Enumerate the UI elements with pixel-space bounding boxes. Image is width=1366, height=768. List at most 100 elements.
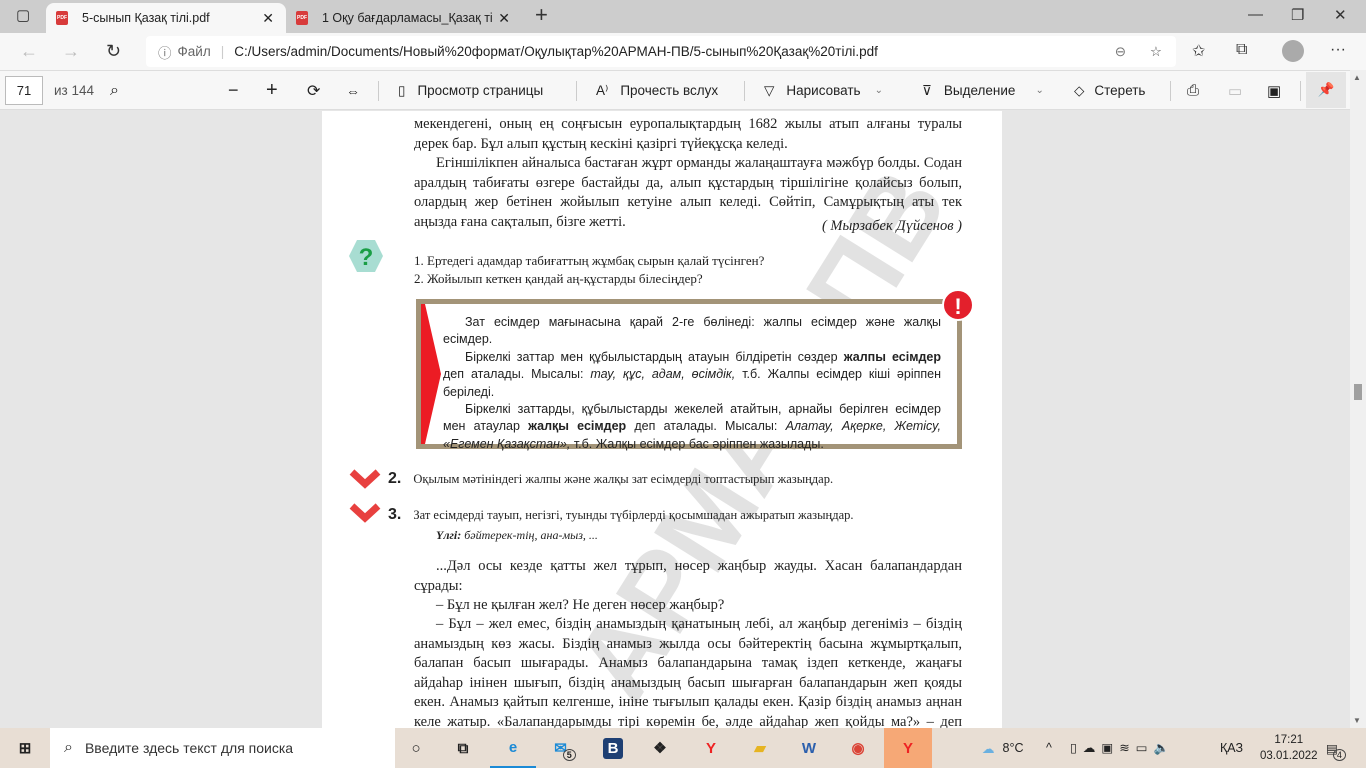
exclamation-icon: ! (942, 289, 974, 321)
notifications-icon[interactable]: ▤ 4 (1326, 728, 1346, 768)
new-tab-button[interactable]: + (535, 2, 548, 28)
cortana-icon[interactable]: ○ (393, 728, 439, 768)
pdf-icon: PDF (56, 11, 68, 25)
task-view-icon[interactable]: ⧉ (440, 728, 486, 768)
info-icon[interactable]: ⓘ (158, 42, 172, 62)
print-icon[interactable]: ⎙ (1187, 71, 1199, 110)
task-chevron-icon (349, 469, 381, 489)
taskbar: ⊞ ⌕ Введите здесь текст для поиска ○ ⧉ e … (0, 728, 1366, 768)
collections-icon[interactable]: ⧉ (1236, 41, 1247, 59)
close-window-button[interactable]: ✕ (1334, 6, 1347, 24)
forward-button[interactable]: → (62, 41, 80, 62)
question: 1. Ертедегі адамдар табиғаттың жұмбақ сы… (414, 253, 765, 268)
url-text: C:/Users/admin/Documents/Новый%20формат/… (234, 44, 878, 59)
sample: Үлгі: бәйтерек-тің, ана-мыз, ... (436, 528, 598, 542)
tab-label: 5-сынып Қазақ тілі.pdf (82, 11, 210, 25)
tray-icons[interactable]: ▯☁▣≋▭🔈 (1070, 728, 1175, 768)
windows-start-icon[interactable]: ⊞ (2, 728, 48, 768)
page-number-input[interactable]: 71 (5, 76, 43, 105)
erase-button[interactable]: ◇ Стереть (1074, 71, 1145, 110)
mail-icon[interactable]: ✉ 5 (542, 728, 588, 768)
pdf-page: АРМАН-ПВ мекендегені, оның ең соңғысын е… (322, 111, 1002, 728)
dropbox-icon[interactable]: ❖ (637, 728, 683, 768)
add-favorite-icon[interactable]: ☆ (1150, 44, 1162, 60)
rule-sentence: Зат есімдер мағынасына қарай 2-ге бөліне… (443, 315, 941, 347)
eraser-icon: ◇ (1074, 82, 1085, 98)
question: 2. Жойылып кеткен қандай аң-құстарды біл… (414, 271, 703, 286)
close-tab-icon[interactable]: ✕ (498, 10, 510, 27)
weather-temp: 8°C (1002, 741, 1024, 755)
scroll-thumb[interactable] (1354, 384, 1362, 400)
restore-button[interactable]: ❐ (1291, 6, 1304, 24)
draw-label: Нарисовать (786, 83, 861, 98)
mail-badge: 5 (562, 749, 576, 761)
yandex-icon[interactable]: Y (688, 728, 734, 768)
more-menu-icon[interactable]: ··· (1330, 41, 1346, 59)
scroll-down-icon[interactable]: ▼ (1353, 716, 1361, 725)
tab-label: 1 Оқу бағдарламасы_Қазақ тілі. (322, 11, 492, 25)
save-as-icon[interactable]: ▣ (1267, 71, 1281, 110)
erase-label: Стереть (1094, 83, 1146, 98)
chrome-icon[interactable]: ◉ (835, 728, 881, 768)
save-icon[interactable]: ▭ (1228, 71, 1242, 110)
task-3: 3. Зат есімдерді тауып, негізгі, туынды т… (388, 506, 854, 523)
word-icon[interactable]: W (786, 728, 832, 768)
highlight-button[interactable]: ⊽ Выделение ⌄ (922, 71, 1044, 110)
page-total: из 144 (54, 83, 95, 98)
read-aloud-button[interactable]: A⁾ Прочесть вслух (596, 71, 718, 110)
yandex-browser-active-icon[interactable]: Y (884, 728, 932, 768)
zoom-out-button[interactable]: − (228, 71, 239, 110)
search-icon[interactable]: ⌕ (110, 71, 119, 110)
scroll-up-icon[interactable]: ▲ (1353, 73, 1361, 82)
pdf-icon: PDF (296, 11, 308, 25)
refresh-button[interactable]: ↻ (106, 41, 121, 62)
red-marker (421, 304, 441, 444)
profile-avatar[interactable] (1282, 40, 1304, 62)
weather[interactable]: ☁ 8°C (982, 728, 1023, 768)
weather-icon: ☁ (982, 741, 995, 756)
edge-icon[interactable]: e (490, 728, 536, 768)
file-explorer-icon[interactable]: ▰ (737, 728, 783, 768)
page-view-button[interactable]: ▯ Просмотр страницы (398, 71, 543, 110)
draw-button[interactable]: ▽ Нарисовать ⌄ (764, 71, 883, 110)
chevron-down-icon[interactable]: ⌄ (1035, 85, 1043, 96)
zoom-out-icon[interactable]: ⊖ (1115, 44, 1126, 60)
tab-actions-icon[interactable]: ▢ (16, 6, 30, 24)
author: ( Мырзабек Дүйсенов ) (821, 218, 962, 234)
tab-program[interactable]: PDF 1 Оқу бағдарламасы_Қазақ тілі. ✕ (286, 3, 522, 33)
story-paragraph: – Бұл не қылған жел? Не деген нөсер жаңб… (436, 597, 725, 613)
app-b-icon[interactable]: B (590, 728, 636, 768)
minimize-button[interactable]: — (1248, 6, 1263, 23)
pin-toolbar-icon[interactable]: 📌 (1306, 72, 1346, 108)
rotate-icon[interactable]: ⟳ (307, 71, 320, 110)
tray-overflow-icon[interactable]: ^ (1046, 728, 1052, 768)
draw-icon: ▽ (764, 82, 775, 98)
favorites-icon[interactable]: ✩ (1192, 41, 1205, 61)
story-paragraph: – Бұл – жел емес, біздің анамыздың қанат… (414, 616, 962, 728)
story-paragraph: ...Дәл осы кезде қатты жел тұрып, нөсер … (414, 558, 962, 594)
rule-box: Зат есімдер мағынасына қарай 2-ге бөліне… (416, 299, 962, 451)
read-aloud-icon: A⁾ (596, 82, 609, 98)
search-placeholder: Введите здесь текст для поиска (84, 740, 294, 756)
chevron-down-icon[interactable]: ⌄ (875, 85, 883, 96)
read-aloud-label: Прочесть вслух (620, 83, 719, 98)
page-view-label: Просмотр страницы (417, 83, 544, 98)
scrollbar[interactable]: ▲ ▼ (1350, 70, 1366, 728)
question-icon: ? (349, 240, 383, 272)
back-button[interactable]: ← (20, 41, 38, 62)
taskbar-search[interactable]: ⌕ Введите здесь текст для поиска (50, 728, 395, 768)
clock[interactable]: 17:21 03.01.2022 (1260, 728, 1318, 768)
pdf-toolbar: 71 из 144 ⌕ − + ⟳ ⇔ ▯ Просмотр страницы A… (0, 70, 1366, 110)
page-view-icon: ▯ (398, 82, 406, 98)
close-tab-icon[interactable]: ✕ (262, 10, 274, 27)
language-indicator[interactable]: ҚАЗ (1220, 728, 1243, 768)
paragraph: мекендегені, оның ең соңғысын еуропалықт… (414, 116, 962, 152)
rule-text: Зат есімдер мағынасына қарай 2-ге бөліне… (443, 315, 941, 451)
search-icon: ⌕ (64, 739, 73, 756)
zoom-in-button[interactable]: + (266, 71, 278, 110)
url-input[interactable]: ⓘ Файл | C:/Users/admin/Documents/Новый%… (146, 36, 1176, 67)
highlight-label: Выделение (943, 83, 1016, 98)
fit-width-icon[interactable]: ⇔ (346, 71, 360, 110)
page-number: 71 (16, 83, 32, 98)
tab-pdf-active[interactable]: PDF 5-сынып Қазақ тілі.pdf ✕ (46, 3, 286, 33)
